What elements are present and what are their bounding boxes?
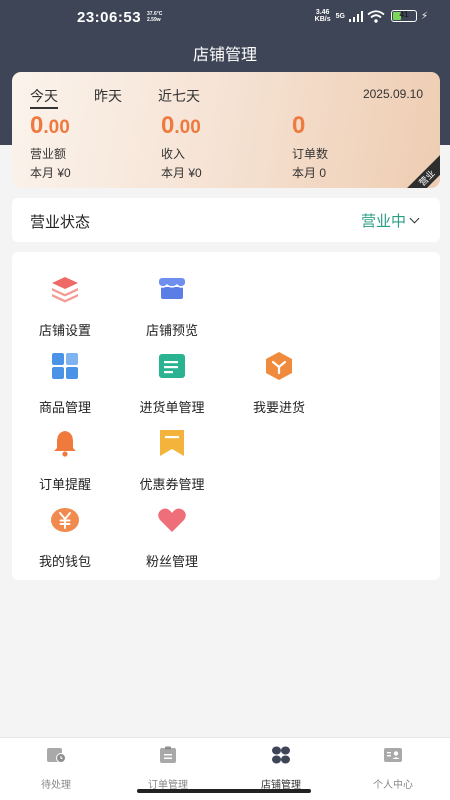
status-indicators: 3.46 KB/s 5G 41 ⚡ [315, 9, 428, 23]
menu-label: 我的钱包 [38, 554, 91, 569]
menu-order-reminder[interactable]: 订单提醒 [17, 428, 113, 498]
stat-turnover-value: 0.00 [30, 112, 70, 139]
package-icon [266, 352, 292, 380]
stat-orders: 0 订单数 本月 0 [292, 112, 328, 181]
business-status-selector[interactable]: 营业中 [360, 210, 420, 231]
page-title: 店铺管理 [192, 47, 257, 64]
menu-label: 优惠券管理 [139, 477, 205, 492]
battery-icon: 41 [390, 10, 417, 22]
menu-label: 进货单管理 [139, 400, 205, 415]
business-status-label: 营业状态 [30, 214, 91, 231]
stat-income: 0.00 收入 本月 ¥0 [161, 112, 202, 181]
grid-icon [52, 353, 78, 379]
stat-income-value: 0.00 [161, 112, 201, 139]
business-status-row[interactable]: 营业状态 营业中 [12, 198, 440, 242]
tab-today[interactable]: 今天 [30, 86, 58, 109]
nav-pending[interactable]: 待处理 [0, 746, 112, 791]
nav-store-management[interactable]: 店铺管理 [225, 746, 337, 791]
layers-icon [52, 277, 78, 303]
status-temperature: 37.6°C 2.59w [147, 11, 162, 23]
status-temp-line2: 2.59w [147, 17, 161, 23]
clipboard-icon [160, 746, 176, 763]
yen-coin-icon [51, 508, 79, 532]
stat-orders-monthly: 本月 0 [292, 166, 327, 180]
menu-purchase-order-management[interactable]: 进货单管理 [124, 351, 220, 421]
bell-icon [54, 431, 76, 457]
tab-last-seven-days[interactable]: 近七天 [158, 86, 200, 109]
tab-yesterday[interactable]: 昨天 [94, 86, 122, 109]
nav-profile[interactable]: 个人中心 [337, 746, 449, 791]
wifi-icon [367, 9, 385, 23]
network-type: 5G [335, 12, 345, 20]
shop-grid-icon [272, 746, 290, 764]
stat-turnover: 0.00 营业额 本月 ¥0 [30, 112, 71, 181]
stat-orders-label: 订单数 [292, 147, 329, 161]
stat-income-label: 收入 [161, 147, 186, 161]
heart-icon [158, 508, 186, 532]
stat-income-monthly: 本月 ¥0 [161, 166, 202, 180]
battery-level: 41 [399, 10, 409, 19]
menu-label: 店铺设置 [38, 323, 91, 338]
profile-card-icon [384, 748, 402, 762]
stats-card: 今天 昨天 近七天 2025.09.10 0.00 营业额 本月 ¥0 0.00… [12, 72, 440, 188]
menu-label: 我要进货 [252, 400, 305, 415]
stats-date: 2025.09.10 [362, 87, 423, 101]
stat-turnover-label: 营业额 [30, 147, 67, 161]
menu-label: 店铺预览 [145, 323, 198, 338]
network-speed-value: 3.46 [315, 9, 330, 16]
stat-turnover-monthly: 本月 ¥0 [30, 166, 71, 180]
status-badge: 营业 [403, 154, 440, 188]
status-time: 23:06:53 [77, 9, 142, 26]
home-indicator[interactable] [137, 789, 311, 793]
network-speed-unit: KB/s [314, 16, 331, 23]
list-doc-icon [159, 354, 185, 378]
menu-label: 订单提醒 [38, 477, 91, 492]
bookmark-icon [160, 430, 184, 456]
stat-orders-value: 0 [292, 112, 306, 139]
status-bar: 23:06:53 37.6°C 2.59w 3.46 KB/s 5G 41 ⚡ [0, 0, 450, 34]
nav-order-management[interactable]: 订单管理 [112, 746, 224, 791]
business-status-value: 营业中 [360, 213, 406, 230]
menu-product-management[interactable]: 商品管理 [17, 351, 113, 421]
network-speed: 3.46 KB/s [315, 9, 331, 23]
period-tabs: 今天 昨天 近七天 [30, 86, 236, 109]
charging-icon: ⚡ [420, 10, 428, 22]
menu-store-settings[interactable]: 店铺设置 [17, 274, 113, 344]
menu-fans-management[interactable]: 粉丝管理 [124, 505, 220, 575]
menu-label: 粉丝管理 [145, 554, 198, 569]
nav-label: 待处理 [41, 780, 71, 791]
menu-coupon-management[interactable]: 优惠券管理 [124, 428, 220, 498]
menu-label: 商品管理 [38, 400, 91, 415]
menu-my-wallet[interactable]: 我的钱包 [17, 505, 113, 575]
signal-icon [348, 10, 363, 22]
chevron-down-icon [409, 213, 420, 223]
menu-store-preview[interactable]: 店铺预览 [124, 274, 220, 344]
pending-icon [47, 748, 66, 763]
nav-label: 个人中心 [373, 780, 413, 791]
storefront-icon [158, 278, 186, 299]
function-menu: 店铺设置 店铺预览 商品管理 进货单管理 我要进货 订单提醒 优惠券管理 我的钱… [12, 252, 440, 580]
menu-restock[interactable]: 我要进货 [231, 351, 327, 421]
